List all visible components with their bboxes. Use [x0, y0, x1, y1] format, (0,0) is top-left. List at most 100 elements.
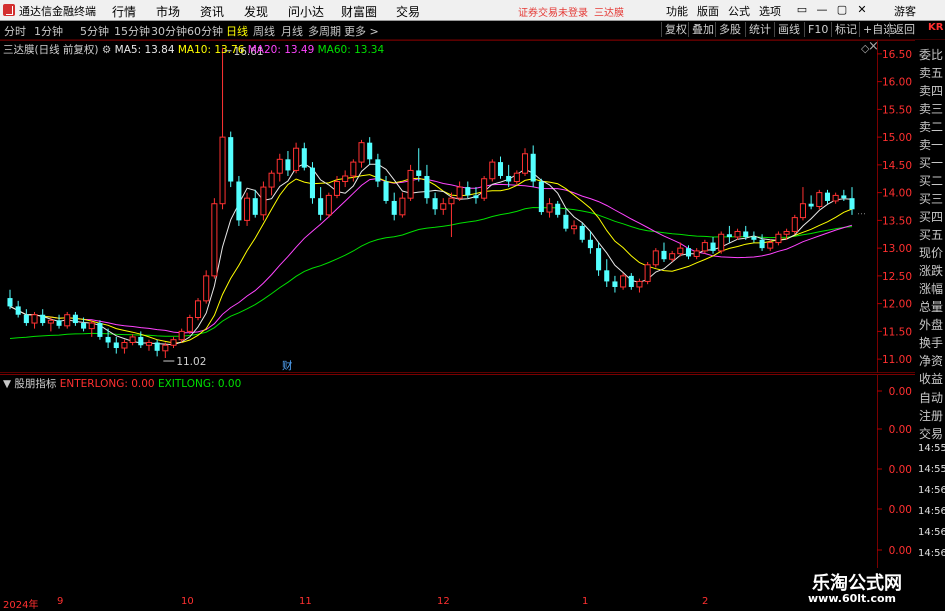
side-item[interactable]: 买五: [919, 226, 943, 243]
side-item[interactable]: 涨幅: [919, 280, 943, 297]
side-item[interactable]: 自动: [919, 389, 943, 406]
kline-chart[interactable]: 16.61 11.02 财 16.50 16.00 15.50 15.00 14.50 14.…: [0, 39, 915, 373]
price-tick: 16.50: [882, 49, 912, 61]
tab-daily[interactable]: 日线: [226, 23, 248, 39]
candle: [40, 309, 46, 326]
candle: [129, 334, 136, 346]
side-item[interactable]: 涨跌: [919, 262, 943, 279]
candle: [513, 170, 520, 185]
maximize-icon[interactable]: ▢: [834, 3, 850, 17]
overlay-button[interactable]: 叠加: [688, 22, 717, 37]
minimize-icon[interactable]: —: [814, 3, 830, 17]
candle: [318, 187, 324, 221]
candle: [473, 187, 479, 204]
side-item[interactable]: 买三: [919, 190, 943, 207]
close-icon[interactable]: ✕: [854, 3, 870, 17]
ma10-line: [9, 174, 853, 344]
side-item[interactable]: 收益: [919, 370, 943, 387]
side-item[interactable]: 14:56: [918, 485, 945, 496]
tab-5min[interactable]: 5分钟: [80, 23, 109, 39]
candle: [506, 164, 512, 188]
side-item[interactable]: 注册: [919, 407, 943, 424]
side-item[interactable]: 卖二: [919, 118, 943, 135]
side-item[interactable]: 换手: [919, 334, 943, 351]
draw-button[interactable]: 画线: [774, 22, 803, 37]
indicator-tick: 0.00: [889, 424, 912, 436]
side-item[interactable]: 外盘: [919, 316, 943, 333]
menu-options[interactable]: 选项: [759, 3, 781, 19]
back-button[interactable]: 返回: [889, 22, 918, 37]
candle: [628, 273, 634, 290]
indicator-name[interactable]: 股朋指标: [14, 378, 56, 390]
multi-stock-button[interactable]: 多股: [715, 22, 744, 37]
menu-trade[interactable]: 交易: [396, 3, 420, 20]
candle: [121, 339, 128, 354]
side-item[interactable]: 卖五: [919, 64, 943, 81]
side-item[interactable]: 卖一: [919, 136, 943, 153]
app-logo-icon: [3, 4, 15, 16]
side-item[interactable]: 净资: [919, 352, 943, 369]
candle: [375, 153, 381, 188]
restore-icon[interactable]: ▭: [794, 3, 810, 17]
indicator-toggle-icon[interactable]: ▼: [3, 378, 11, 390]
indicator-panel[interactable]: 0.00 0.00 0.00 0.00 0.00 ▼ 股朋指标 ENTERLONG: 0…: [0, 374, 915, 595]
tab-30min[interactable]: 30分钟: [151, 23, 187, 39]
side-item[interactable]: 卖四: [919, 82, 943, 99]
finance-event-marker[interactable]: 财: [282, 359, 293, 372]
side-item[interactable]: 总量: [919, 298, 943, 315]
side-item[interactable]: 14:56: [918, 548, 945, 559]
menu-ask[interactable]: 问小达: [288, 3, 324, 20]
candle: [424, 164, 430, 204]
candle: [203, 270, 210, 304]
menu-market[interactable]: 市场: [156, 3, 180, 20]
candle: [775, 231, 782, 246]
side-item[interactable]: 买四: [919, 208, 943, 225]
menu-quotes[interactable]: 行情: [112, 3, 136, 20]
candle: [350, 159, 357, 182]
tab-multi-period[interactable]: 多周期: [308, 23, 341, 39]
indicator-tick: 0.00: [889, 464, 912, 476]
tab-15min[interactable]: 15分钟: [114, 23, 150, 39]
menu-functions[interactable]: 功能: [666, 3, 688, 19]
side-item[interactable]: 现价: [919, 244, 943, 261]
guest-label[interactable]: 游客: [894, 3, 916, 19]
app-title: 通达信金融终端: [19, 5, 96, 18]
login-warning[interactable]: 证券交易未登录: [518, 4, 588, 19]
side-item[interactable]: 14:55: [918, 464, 945, 475]
side-item[interactable]: 委比: [919, 46, 943, 63]
candle: [301, 142, 307, 171]
menu-discover[interactable]: 发现: [244, 3, 268, 20]
side-item[interactable]: 卖三: [919, 100, 943, 117]
indicator-tick: 0.00: [889, 386, 912, 398]
kr-label: KR: [928, 22, 944, 33]
side-item[interactable]: 交易: [919, 425, 943, 442]
price-tick: 13.50: [882, 215, 912, 227]
tab-monthly[interactable]: 月线: [281, 23, 303, 39]
candle: [170, 336, 177, 349]
stats-button[interactable]: 统计: [745, 22, 774, 37]
menu-formula[interactable]: 公式: [728, 3, 750, 19]
menu-wealth[interactable]: 财富圈: [341, 3, 377, 20]
chart-settings-icon[interactable]: ⚙: [102, 44, 111, 56]
adjust-button[interactable]: 复权: [661, 22, 690, 37]
candle: [244, 192, 251, 226]
menu-layout[interactable]: 版面: [697, 3, 719, 19]
close-panel-icon[interactable]: ×: [868, 39, 879, 54]
side-item[interactable]: 14:55: [918, 443, 945, 454]
tab-60min[interactable]: 60分钟: [187, 23, 223, 39]
tab-1min[interactable]: 1分钟: [34, 23, 63, 39]
side-item[interactable]: 买一: [919, 154, 943, 171]
candle: [612, 275, 618, 293]
side-item[interactable]: 14:56: [918, 527, 945, 538]
ma10-label: MA10: 13.76: [177, 44, 245, 56]
candle: [456, 181, 463, 201]
f10-button[interactable]: F10: [804, 22, 831, 37]
side-item[interactable]: 14:56: [918, 506, 945, 517]
tab-more[interactable]: 更多 >: [344, 23, 379, 39]
tab-weekly[interactable]: 周线: [253, 23, 275, 39]
mark-button[interactable]: 标记: [831, 22, 860, 37]
candle: [367, 137, 373, 165]
side-item[interactable]: 买二: [919, 172, 943, 189]
menu-news[interactable]: 资讯: [200, 3, 224, 20]
tab-timeshare[interactable]: 分时: [4, 23, 26, 39]
